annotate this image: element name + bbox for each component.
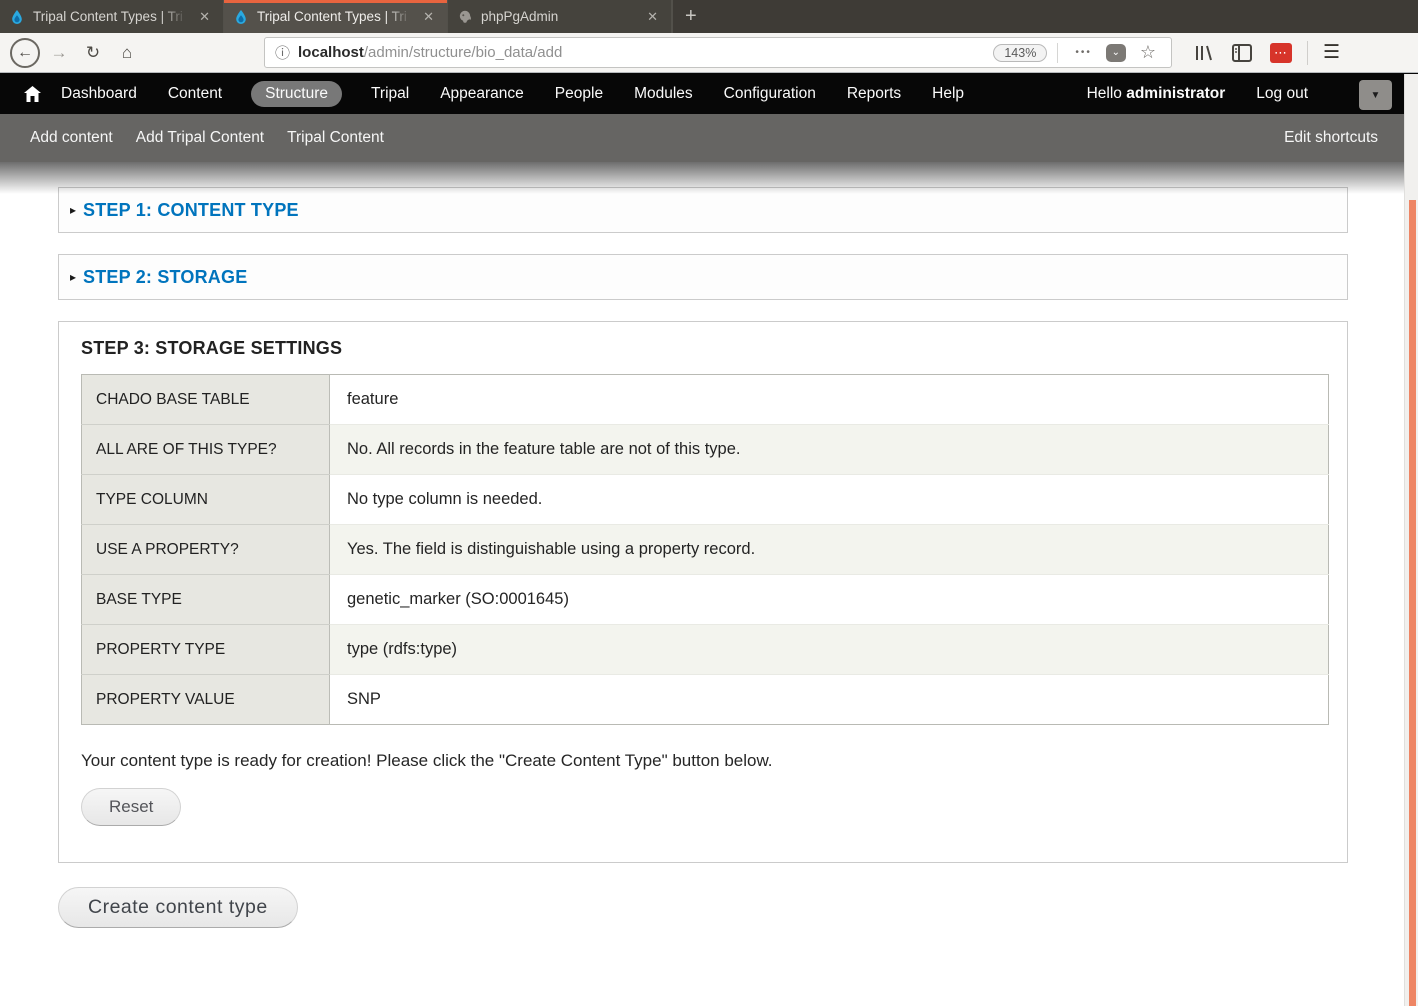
drupal-admin-toolbar: Dashboard Content Structure Tripal Appea… [0,73,1418,114]
row-value: No type column is needed. [330,475,1329,525]
divider [1307,41,1308,65]
admin-menu-modules[interactable]: Modules [632,81,695,107]
page-body: ▸ STEP 1: CONTENT TYPE ▸ STEP 2: STORAGE… [0,162,1418,1005]
browser-nav-toolbar: ← → ↻ ⌂ ⓘ localhost /admin/structure/bio… [0,33,1418,73]
row-value: Yes. The field is distinguishable using … [330,525,1329,575]
admin-home-icon[interactable] [24,86,41,102]
admin-menu-people[interactable]: People [553,81,605,107]
close-icon[interactable]: ✕ [419,7,438,27]
ready-message: Your content type is ready for creation!… [81,751,1325,771]
admin-menu-tripal[interactable]: Tripal [369,81,411,107]
admin-menu-structure[interactable]: Structure [251,81,342,107]
site-info-icon[interactable]: ⓘ [275,42,290,63]
browser-tab-1[interactable]: Tripal Content Types | Tri ✕ [0,0,224,33]
page-scrollbar-thumb[interactable] [1409,200,1416,1006]
admin-user-area: Hello administrator Log out [1087,81,1310,107]
divider [1057,43,1058,63]
admin-menu: Dashboard Content Structure Tripal Appea… [59,81,966,107]
collapsed-arrow-icon: ▸ [70,270,76,284]
shortcut-tripal-content[interactable]: Tripal Content [287,129,384,147]
table-row: CHADO BASE TABLE feature [82,375,1329,425]
admin-menu-reports[interactable]: Reports [845,81,903,107]
admin-menu-configuration[interactable]: Configuration [722,81,818,107]
tab-title: Tripal Content Types | Tri [33,9,187,24]
admin-menu-dashboard[interactable]: Dashboard [59,81,139,107]
fieldset-step2[interactable]: ▸ STEP 2: STORAGE [58,254,1348,300]
step1-legend-link[interactable]: STEP 1: CONTENT TYPE [83,200,299,221]
admin-menu-content[interactable]: Content [166,81,224,107]
table-row: ALL ARE OF THIS TYPE? No. All records in… [82,425,1329,475]
shortcut-links: Add content Add Tripal Content Tripal Co… [30,129,384,147]
reset-button[interactable]: Reset [81,788,181,826]
browser-tab-3[interactable]: phpPgAdmin ✕ [448,0,672,33]
pocket-icon[interactable]: ⌄ [1106,44,1126,62]
row-label: TYPE COLUMN [82,475,330,525]
admin-menu-appearance[interactable]: Appearance [438,81,526,107]
row-label: BASE TYPE [82,575,330,625]
back-button[interactable]: ← [10,38,40,68]
library-icon[interactable] [1195,44,1214,62]
phppgadmin-elephant-icon [457,9,473,25]
extension-badge-icon[interactable]: ⋯ [1270,43,1292,63]
step3-legend: STEP 3: STORAGE SETTINGS [81,338,1325,359]
table-row: TYPE COLUMN No type column is needed. [82,475,1329,525]
collapsed-arrow-icon: ▸ [70,203,76,217]
sidebar-icon[interactable] [1232,44,1252,62]
row-value: genetic_marker (SO:0001645) [330,575,1329,625]
drupal-icon [9,9,25,25]
main-content: ▸ STEP 1: CONTENT TYPE ▸ STEP 2: STORAGE… [0,162,1348,928]
row-label: ALL ARE OF THIS TYPE? [82,425,330,475]
new-tab-button[interactable]: + [672,0,709,33]
toolbar-toggle-button[interactable]: ▼ [1359,80,1392,110]
row-value: No. All records in the feature table are… [330,425,1329,475]
fieldset-step1[interactable]: ▸ STEP 1: CONTENT TYPE [58,187,1348,233]
page-actions-icon[interactable]: ••• [1075,47,1092,58]
reload-button[interactable]: ↻ [78,38,108,68]
storage-settings-table: CHADO BASE TABLE feature ALL ARE OF THIS… [81,374,1329,725]
close-icon[interactable]: ✕ [195,7,214,27]
table-row: BASE TYPE genetic_marker (SO:0001645) [82,575,1329,625]
zoom-level-badge[interactable]: 143% [993,44,1047,62]
menu-hamburger-icon[interactable]: ☰ [1323,41,1340,64]
step2-legend-link[interactable]: STEP 2: STORAGE [83,267,247,288]
shortcut-add-content[interactable]: Add content [30,129,113,147]
table-row: USE A PROPERTY? Yes. The field is distin… [82,525,1329,575]
toolbar-right-icons: ⋯ ☰ [1186,41,1349,65]
row-value: SNP [330,675,1329,725]
row-label: PROPERTY TYPE [82,625,330,675]
browser-tab-bar: Tripal Content Types | Tri ✕ Tripal Cont… [0,0,1418,33]
browser-tab-2-active[interactable]: Tripal Content Types | Tri ✕ [224,0,448,33]
bookmark-star-icon[interactable]: ☆ [1140,42,1156,63]
edit-shortcuts-link[interactable]: Edit shortcuts [1284,129,1378,147]
table-row: PROPERTY TYPE type (rdfs:type) [82,625,1329,675]
tab-title: Tripal Content Types | Tri [257,9,411,24]
row-label: CHADO BASE TABLE [82,375,330,425]
home-button[interactable]: ⌂ [112,38,142,68]
row-label: USE A PROPERTY? [82,525,330,575]
forward-button[interactable]: → [44,38,74,68]
fieldset-step3: STEP 3: STORAGE SETTINGS CHADO BASE TABL… [58,321,1348,863]
shortcut-add-tripal-content[interactable]: Add Tripal Content [136,129,264,147]
drupal-icon [233,9,249,25]
admin-menu-help[interactable]: Help [930,81,966,107]
table-row: PROPERTY VALUE SNP [82,675,1329,725]
close-icon[interactable]: ✕ [643,7,662,27]
row-value: type (rdfs:type) [330,625,1329,675]
create-content-type-button[interactable]: Create content type [58,887,298,928]
shortcut-bar: Add content Add Tripal Content Tripal Co… [0,114,1418,162]
url-path: /admin/structure/bio_data/add [364,44,562,61]
url-host: localhost [298,44,364,61]
row-value: feature [330,375,1329,425]
url-bar[interactable]: ⓘ localhost /admin/structure/bio_data/ad… [264,37,1172,68]
tab-title: phpPgAdmin [481,9,635,24]
user-greeting: Hello administrator [1087,85,1226,103]
row-label: PROPERTY VALUE [82,675,330,725]
logout-link[interactable]: Log out [1254,81,1310,107]
username: administrator [1126,85,1225,102]
page-scrollbar-track[interactable] [1404,74,1418,1006]
